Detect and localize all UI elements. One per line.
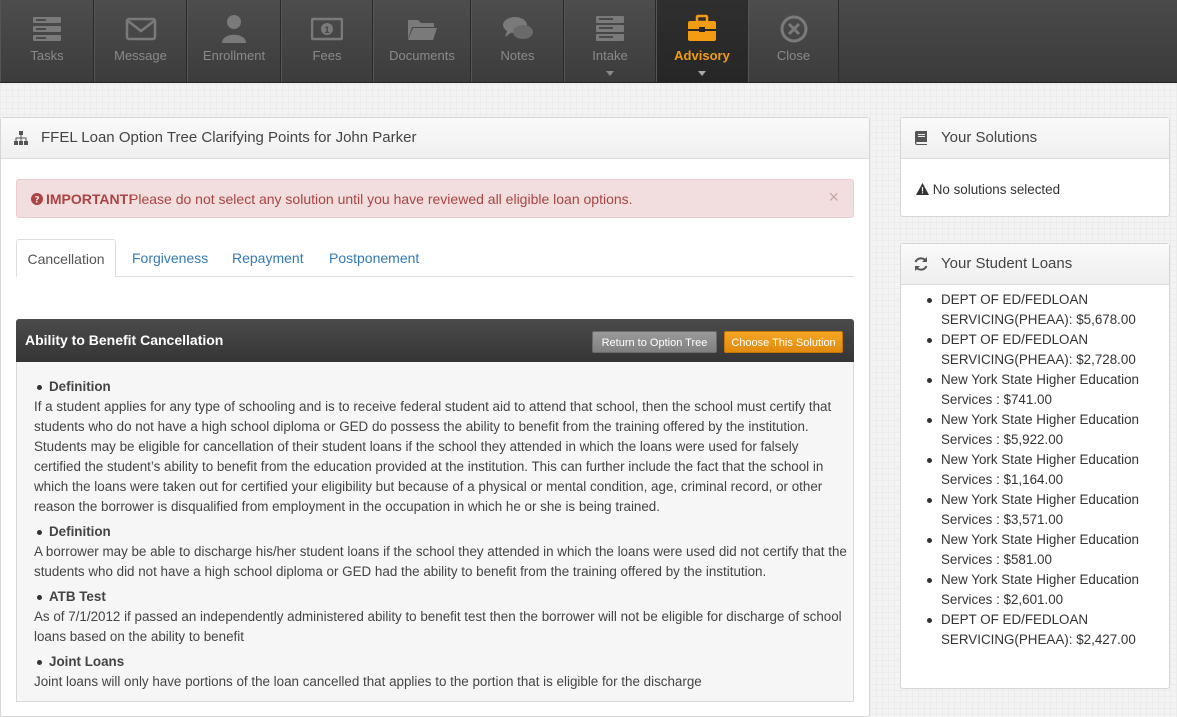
no-solutions-text: No solutions selected (932, 182, 1061, 197)
solution-header: Ability to Benefit Cancellation Return t… (16, 319, 854, 362)
close-circle-icon (780, 15, 807, 43)
comments-icon (502, 17, 533, 39)
svg-text:?: ? (34, 196, 39, 206)
loan-item: New York State Higher Education Services… (923, 490, 1163, 530)
briefcase-icon (688, 14, 716, 41)
solution-title: Ability to Benefit Cancellation (25, 332, 224, 348)
loan-amount: $741.00 (1003, 392, 1052, 407)
refresh-icon (914, 257, 928, 271)
tab-postponement[interactable]: Postponement (329, 239, 419, 277)
loan-item: New York State Higher Education Services… (923, 410, 1163, 450)
solution-section: Definition If a student applies for any … (34, 377, 849, 517)
nav-label: Notes (500, 48, 535, 63)
section-heading: ATB Test (34, 587, 849, 607)
chevron-down-icon (698, 71, 706, 76)
nav-label: Message (114, 48, 167, 63)
loan-list: DEPT OF ED/FEDLOAN SERVICING(PHEAA): $5,… (923, 290, 1163, 650)
section-heading: Definition (34, 377, 849, 397)
section-heading: Definition (34, 522, 849, 542)
nav-label: Fees (312, 48, 342, 63)
nav-advisory[interactable]: Advisory (656, 0, 748, 82)
section-text: A borrower may be able to discharge his/… (34, 544, 847, 579)
nav-enrollment[interactable]: Enrollment (187, 0, 281, 82)
folder-icon (408, 20, 437, 40)
loan-item: New York State Higher Education Services… (923, 370, 1163, 410)
nav-label: Tasks (30, 48, 64, 63)
loan-name: DEPT OF ED/FEDLOAN SERVICING(PHEAA): (941, 332, 1089, 367)
nav-close[interactable]: Close (748, 0, 839, 82)
panel-title: Your Solutions (941, 129, 1038, 146)
chevron-down-icon (606, 71, 614, 76)
nav-documents[interactable]: Documents (373, 0, 471, 82)
nav-message[interactable]: Message (94, 0, 187, 82)
svg-text:1: 1 (324, 26, 330, 36)
loan-amount: $5,922.00 (1003, 432, 1064, 447)
loan-item: DEPT OF ED/FEDLOAN SERVICING(PHEAA): $2,… (923, 330, 1163, 370)
page-title: FFEL Loan Option Tree Clarifying Points … (41, 129, 417, 146)
nav-label: Advisory (674, 48, 730, 63)
student-loans-panel: Your Student Loans DEPT OF ED/FEDLOAN SE… (900, 243, 1170, 689)
alert-strong: IMPORTANT! (46, 191, 133, 207)
question-circle-icon: ? (31, 193, 43, 205)
loan-item: DEPT OF ED/FEDLOAN SERVICING(PHEAA): $5,… (923, 290, 1163, 330)
panel-header: Your Student Loans (901, 244, 1169, 285)
tab-forgiveness[interactable]: Forgiveness (132, 239, 208, 277)
solution-body: Definition If a student applies for any … (16, 362, 854, 702)
loan-item: New York State Higher Education Services… (923, 450, 1163, 490)
nav-intake[interactable]: Intake (564, 0, 656, 82)
section-text: If a student applies for any type of sch… (34, 399, 832, 514)
loan-name: DEPT OF ED/FEDLOAN SERVICING(PHEAA): (941, 612, 1089, 647)
tab-repayment[interactable]: Repayment (232, 239, 304, 277)
solution-section: Joint Loans Joint loans will only have p… (34, 652, 849, 692)
section-text: Joint loans will only have portions of t… (34, 674, 702, 689)
loan-item: New York State Higher Education Services… (923, 530, 1163, 570)
option-tree-panel: FFEL Loan Option Tree Clarifying Points … (0, 117, 870, 717)
alert-close-button[interactable]: × (828, 187, 839, 208)
nav-tasks[interactable]: Tasks (0, 0, 94, 82)
section-heading: Joint Loans (34, 652, 849, 672)
panel-header: FFEL Loan Option Tree Clarifying Points … (1, 118, 869, 159)
solution-section: Definition A borrower may be able to dis… (34, 522, 849, 582)
top-navigation: Tasks Message Enrollment 1 Fees Document… (0, 0, 1177, 83)
section-text: As of 7/1/2012 if passed an independentl… (34, 609, 842, 644)
panel-title: Your Student Loans (941, 255, 1073, 272)
no-solutions-message: No solutions selected (916, 182, 1060, 197)
nav-label: Intake (592, 48, 628, 63)
server-icon (596, 16, 624, 41)
loan-name: DEPT OF ED/FEDLOAN SERVICING(PHEAA): (941, 292, 1089, 327)
nav-label: Documents (389, 48, 455, 63)
loan-amount: $2,427.00 (1076, 632, 1136, 647)
nav-fees[interactable]: 1 Fees (281, 0, 373, 82)
important-alert: ? IMPORTANT! Please do not select any so… (16, 179, 854, 218)
loan-item: New York State Higher Education Services… (923, 570, 1163, 610)
money-icon: 1 (311, 17, 343, 41)
nav-label: Enrollment (202, 48, 266, 63)
tasks-icon (33, 17, 61, 41)
tab-cancellation[interactable]: Cancellation (16, 239, 116, 277)
nav-label: Close (776, 48, 811, 63)
loan-amount: $5,678.00 (1076, 312, 1136, 327)
user-icon (222, 15, 246, 43)
choose-solution-button[interactable]: Choose This Solution (724, 331, 843, 353)
alert-message: Please do not select any solution until … (129, 191, 633, 207)
your-solutions-panel: Your Solutions No solutions selected (900, 117, 1170, 217)
option-tabs: Cancellation Forgiveness Repayment Postp… (16, 239, 854, 277)
loan-amount: $2,728.00 (1076, 352, 1136, 367)
panel-header: Your Solutions (901, 118, 1169, 159)
loan-amount: $2,601.00 (1003, 592, 1064, 607)
book-icon (915, 131, 927, 145)
loan-amount: $1,164.00 (1003, 472, 1064, 487)
sitemap-icon (14, 131, 28, 145)
return-to-option-tree-button[interactable]: Return to Option Tree (592, 331, 717, 353)
loan-item: DEPT OF ED/FEDLOAN SERVICING(PHEAA): $2,… (923, 610, 1163, 650)
envelope-icon (125, 17, 156, 41)
loan-amount: $581.00 (1003, 552, 1052, 567)
nav-notes[interactable]: Notes (471, 0, 564, 82)
solution-section: ATB Test As of 7/1/2012 if passed an ind… (34, 587, 849, 647)
warning-icon (916, 183, 929, 195)
loan-amount: $3,571.00 (1003, 512, 1064, 527)
